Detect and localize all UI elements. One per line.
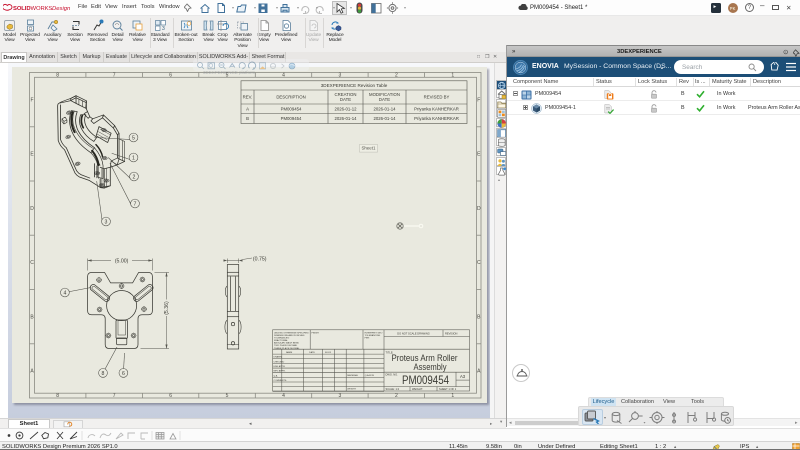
- svg-text:WEIGHT: WEIGHT: [347, 388, 356, 390]
- svg-text:2026-01-14: 2026-01-14: [335, 116, 358, 121]
- svg-text:TWO PLACE DECIMAL: TWO PLACE DECIMAL: [274, 344, 298, 347]
- svg-text:A: A: [246, 106, 249, 111]
- svg-text:2026-01-12: 2026-01-12: [335, 106, 358, 111]
- svg-text:DATE: DATE: [340, 96, 351, 101]
- svg-text:Priyanka KANHERKAR: Priyanka KANHERKAR: [414, 106, 459, 111]
- svg-text:PM009454: PM009454: [402, 375, 450, 387]
- svg-text:B: B: [477, 314, 481, 320]
- svg-text:REVISED BY: REVISED BY: [424, 94, 450, 99]
- svg-text:8: 8: [102, 370, 105, 376]
- svg-text:2026-01-14: 2026-01-14: [374, 116, 397, 121]
- svg-text:DATE: DATE: [379, 96, 390, 101]
- svg-text:REV.: REV.: [243, 94, 253, 99]
- svg-text:7: 7: [134, 201, 137, 207]
- svg-text:FINISH: FINISH: [312, 332, 320, 334]
- svg-text:4: 4: [63, 290, 66, 296]
- svg-text:FRACTIONAL: FRACTIONAL: [274, 339, 289, 342]
- svg-text:F: F: [477, 97, 480, 103]
- svg-text:THREE PLACE DECIMAL: THREE PLACE DECIMAL: [274, 346, 300, 349]
- svg-text:3: 3: [162, 26, 165, 32]
- svg-text:1: 1: [132, 155, 135, 161]
- svg-text:COMMENTS:: COMMENTS:: [274, 379, 288, 381]
- svg-text:3: 3: [339, 72, 342, 78]
- svg-text:Design: Design: [52, 6, 71, 12]
- svg-text:C: C: [477, 260, 481, 266]
- svg-text:B: B: [246, 116, 249, 121]
- svg-text:6: 6: [122, 370, 125, 376]
- svg-text:A: A: [30, 368, 34, 374]
- svg-text:MFG APPR.: MFG APPR.: [274, 369, 286, 372]
- svg-text:MATERIAL: MATERIAL: [347, 374, 359, 377]
- svg-text:SCALE: 1:2: SCALE: 1:2: [386, 386, 400, 390]
- svg-text:1: 1: [451, 72, 454, 78]
- svg-text:2: 2: [133, 174, 136, 180]
- svg-text:A3: A3: [460, 374, 466, 379]
- svg-text:PM009454: PM009454: [281, 106, 302, 111]
- svg-text:4: 4: [282, 393, 285, 399]
- svg-text:C: C: [30, 260, 34, 266]
- svg-text:B: B: [30, 314, 34, 320]
- svg-text:6: 6: [169, 72, 172, 78]
- svg-text:F: F: [30, 97, 33, 103]
- svg-text:2: 2: [395, 72, 398, 78]
- svg-text:DATE: DATE: [309, 351, 315, 354]
- svg-text:SOLIDWORKS: SOLIDWORKS: [13, 6, 52, 12]
- svg-text:CHECKED: CHECKED: [274, 361, 285, 363]
- svg-text:1: 1: [451, 393, 454, 399]
- svg-text:Q.A.FFW: Q.A.FFW: [365, 374, 375, 377]
- svg-text:ENG APPR.: ENG APPR.: [274, 365, 286, 368]
- svg-text:(5.36): (5.36): [164, 300, 170, 314]
- svg-text:E: E: [30, 151, 34, 157]
- svg-text:WEIGHT:: WEIGHT:: [412, 386, 423, 390]
- svg-text:2026-01-14: 2026-01-14: [374, 106, 397, 111]
- svg-text:REVISION: REVISION: [445, 331, 458, 335]
- svg-text:(5.00): (5.00): [115, 258, 129, 264]
- svg-text:PER:: PER:: [365, 337, 370, 339]
- svg-text:3: 3: [105, 219, 108, 225]
- svg-text:A: A: [477, 368, 481, 374]
- svg-text:SHEET 1 OF 1: SHEET 1 OF 1: [439, 386, 457, 390]
- svg-text:2: 2: [395, 393, 398, 399]
- svg-text:Assembly: Assembly: [414, 362, 447, 372]
- svg-text:(0.75): (0.75): [253, 256, 267, 262]
- svg-text:PM009454: PM009454: [281, 116, 302, 121]
- svg-text:7: 7: [113, 393, 116, 399]
- svg-text:D: D: [477, 205, 481, 211]
- svg-text:DESCRIPTION: DESCRIPTION: [276, 94, 305, 99]
- svg-text:6: 6: [169, 393, 172, 399]
- svg-text:DRAWN: DRAWN: [274, 355, 283, 358]
- svg-text:Sheet1: Sheet1: [362, 145, 376, 150]
- svg-text:E: E: [477, 151, 481, 157]
- svg-text:5: 5: [132, 135, 135, 141]
- svg-text:7: 7: [113, 72, 116, 78]
- svg-text:Priyanka KANHERKAR: Priyanka KANHERKAR: [414, 116, 459, 121]
- svg-text:D: D: [30, 205, 34, 211]
- svg-text:5: 5: [226, 393, 229, 399]
- svg-text:NAME: NAME: [286, 351, 293, 354]
- svg-text:Q.A.: Q.A.: [274, 374, 279, 377]
- svg-text:SU.FF: SU.FF: [325, 352, 332, 354]
- svg-text:3DEXPERIENCE Revision Table: 3DEXPERIENCE Revision Table: [321, 83, 388, 88]
- svg-text:8: 8: [56, 393, 59, 399]
- svg-text:DWG. NO.: DWG. NO.: [386, 372, 399, 376]
- svg-text:3: 3: [339, 393, 342, 399]
- svg-text:8: 8: [56, 72, 59, 78]
- svg-text:DO NOT SCALE DRAWING: DO NOT SCALE DRAWING: [397, 331, 429, 335]
